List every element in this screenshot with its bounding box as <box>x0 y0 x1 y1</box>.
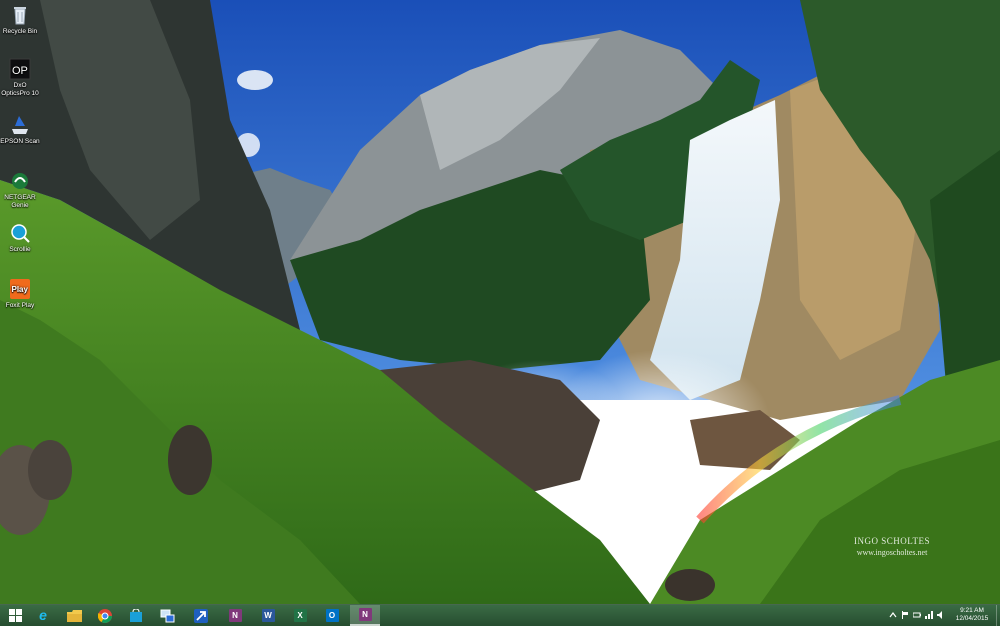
chrome-icon <box>98 608 112 623</box>
onenote-icon: N <box>228 609 242 622</box>
desktop-icon-netgear-genie[interactable]: NETGEAR Genie <box>0 170 40 210</box>
battery-icon[interactable] <box>913 611 921 619</box>
svg-text:OP: OP <box>12 65 28 77</box>
desktop-wallpaper <box>0 0 1000 604</box>
desktop-icon-label: Scrollie <box>9 246 31 253</box>
photographer-watermark: INGO SCHOLTES www.ingoscholtes.net <box>842 536 942 558</box>
internet-explorer-icon: e <box>39 607 47 623</box>
taskbar-onenote-active[interactable]: N <box>350 605 380 626</box>
word-icon: W <box>261 609 275 622</box>
network-icon[interactable] <box>925 611 933 619</box>
dxo-opticspro-icon: OP <box>9 58 31 80</box>
clock-date: 12/04/2015 <box>955 615 989 622</box>
excel-icon: X <box>293 609 307 622</box>
desktop-icon-epson-scan[interactable]: EPSON Scan <box>0 114 40 146</box>
arrow-app-icon <box>194 608 208 623</box>
foxit-play-icon: Play <box>9 278 31 300</box>
desktop-icon-label: Recycle Bin <box>2 28 38 35</box>
recycle-bin-icon <box>9 4 31 26</box>
taskbar-file-explorer[interactable] <box>59 605 89 626</box>
start-button[interactable] <box>0 605 30 626</box>
outlook-icon: O <box>325 609 339 622</box>
show-desktop-button[interactable] <box>996 605 1000 626</box>
netgear-genie-icon <box>9 170 31 192</box>
desktop-icon-label: Foxit Play <box>5 302 35 309</box>
clock-time: 9:21 AM <box>960 607 984 614</box>
windows-logo-icon <box>8 609 22 622</box>
desktop-icon-dxo-opticspro[interactable]: OP DxO OpticsPro 10 <box>0 58 40 98</box>
taskbar-network[interactable] <box>152 605 182 626</box>
store-icon <box>130 608 142 622</box>
taskbar-chrome[interactable] <box>90 605 120 626</box>
volume-icon[interactable] <box>937 611 945 619</box>
taskbar-app-arrow[interactable] <box>186 605 216 626</box>
desktop-icon-scrollie[interactable]: Scrollie <box>0 222 40 254</box>
desktop-icon-label: EPSON Scan <box>0 138 40 145</box>
taskbar-word[interactable]: W <box>253 605 283 626</box>
flag-notification-icon[interactable] <box>901 611 909 619</box>
taskbar: e N W X O N 9:21 AM 12/04/2015 <box>0 604 1000 626</box>
taskbar-clock[interactable]: 9:21 AM 12/04/2015 <box>950 607 994 623</box>
magnifier-app-icon <box>9 222 31 244</box>
folder-icon <box>66 609 82 622</box>
onenote-icon: N <box>358 608 372 621</box>
watermark-name: INGO SCHOLTES <box>854 536 930 546</box>
waterfall-landscape-image <box>0 0 1000 604</box>
taskbar-store[interactable] <box>121 605 151 626</box>
watermark-url: www.ingoscholtes.net <box>856 548 928 557</box>
taskbar-onenote[interactable]: N <box>220 605 250 626</box>
desktop-icon-foxit-play[interactable]: Play Foxit Play <box>0 278 40 310</box>
taskbar-excel[interactable]: X <box>285 605 315 626</box>
epson-scan-icon <box>9 114 31 136</box>
show-hidden-icons-icon[interactable] <box>889 611 897 619</box>
svg-text:Play: Play <box>12 285 29 294</box>
taskbar-internet-explorer[interactable]: e <box>28 605 58 626</box>
desktop-icon-label: NETGEAR Genie <box>4 194 36 209</box>
desktop-icon-recycle-bin[interactable]: Recycle Bin <box>0 4 40 36</box>
desktop-icon-label: DxO OpticsPro 10 <box>1 82 39 97</box>
computer-network-icon <box>160 609 174 622</box>
taskbar-outlook[interactable]: O <box>317 605 347 626</box>
system-tray: 9:21 AM 12/04/2015 <box>885 605 1000 626</box>
